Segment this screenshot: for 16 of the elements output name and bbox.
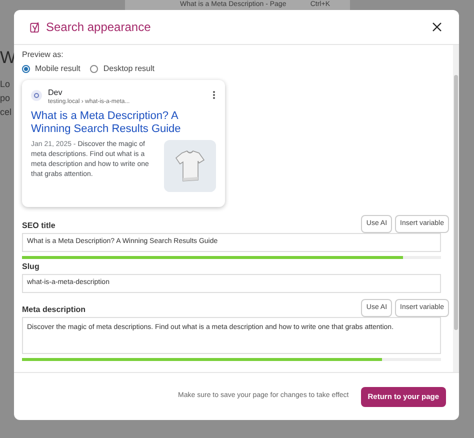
preview-label: Preview as:: [22, 49, 64, 61]
field-label: Slug: [22, 261, 40, 273]
logo-icon: [30, 22, 41, 32]
result-title-link[interactable]: What is a Meta Description? A Winning Search Results Guide: [31, 110, 216, 136]
globe-icon: [31, 90, 42, 101]
body-text: cel: [0, 106, 13, 119]
radio-option[interactable]: Mobile result: [22, 63, 80, 75]
body-text: po: [0, 92, 12, 105]
body-text: Lo: [0, 78, 12, 91]
field-label: SEO title: [22, 220, 56, 232]
site-name: Dev: [48, 88, 64, 98]
modal-title: Search appearance: [46, 19, 151, 36]
scrollbar[interactable]: [453, 45, 459, 372]
field-label: Meta description: [22, 304, 86, 316]
radio-option[interactable]: Desktop result: [90, 63, 154, 75]
close-button[interactable]: [431, 21, 443, 33]
